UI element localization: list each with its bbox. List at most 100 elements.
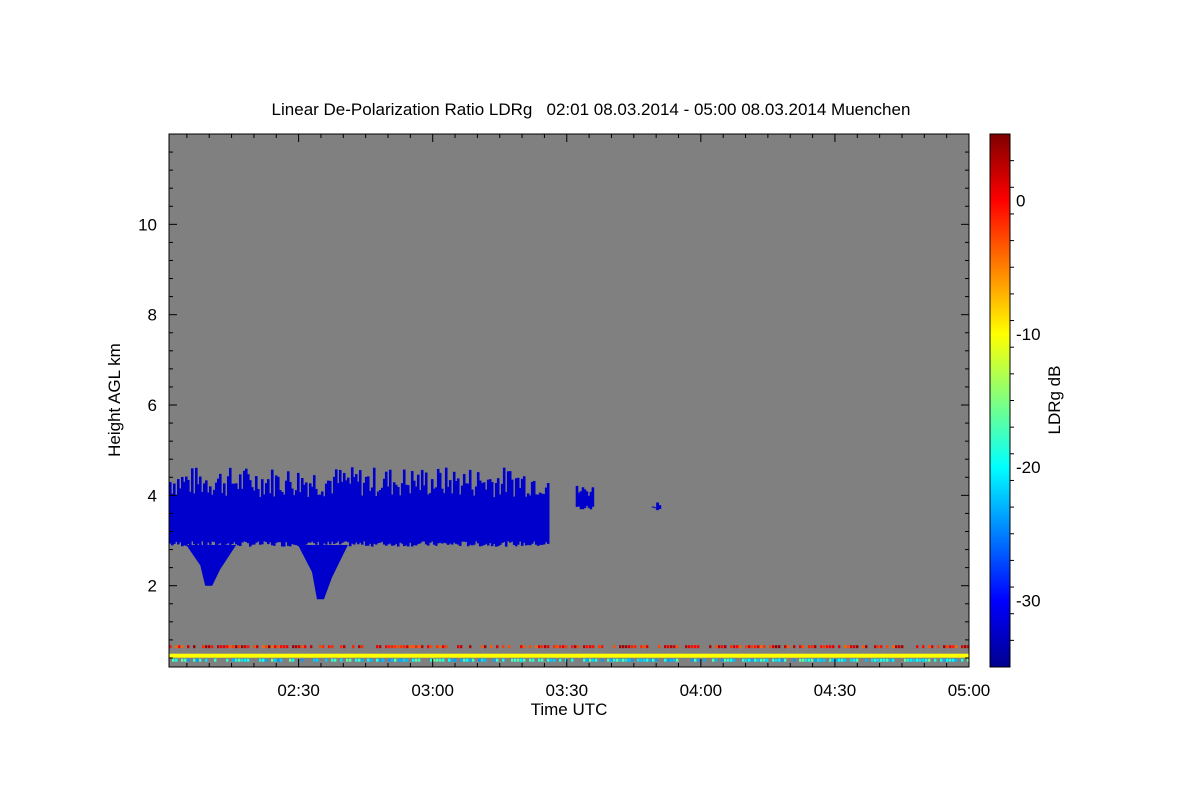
band-pixel <box>853 645 856 649</box>
band-pixel <box>244 658 247 662</box>
band-pixel <box>964 645 967 649</box>
band-pixel <box>523 645 526 649</box>
band-pixel <box>709 645 712 649</box>
band-pixel <box>592 658 595 662</box>
band-pixel <box>523 658 526 662</box>
band-pixel <box>181 645 184 649</box>
band-pixel <box>448 658 451 662</box>
band-pixel <box>610 658 613 662</box>
band-pixel <box>844 658 847 662</box>
band-pixel <box>439 658 442 662</box>
band-pixel <box>673 645 676 649</box>
band-pixel <box>892 658 895 662</box>
band-pixel <box>802 658 805 662</box>
band-pixel <box>691 658 694 662</box>
band-pixel <box>946 645 949 649</box>
band-pixel <box>910 658 913 662</box>
band-pixel <box>823 645 826 649</box>
band-pixel <box>718 645 721 649</box>
band-pixel <box>946 658 949 662</box>
band-pixel <box>547 658 550 662</box>
band-pixel <box>238 645 241 649</box>
band-pixel <box>232 658 235 662</box>
x-tick-label: 03:30 <box>545 681 588 700</box>
band-pixel <box>754 645 757 649</box>
band-pixel <box>715 645 718 649</box>
band-pixel <box>589 645 592 649</box>
band-pixel <box>589 658 592 662</box>
band-pixel <box>412 658 415 662</box>
band-pixel <box>895 645 898 649</box>
band-pixel <box>418 658 421 662</box>
band-pixel <box>898 645 901 649</box>
band-pixel <box>436 658 439 662</box>
band-pixel <box>391 658 394 662</box>
band-pixel <box>343 645 346 649</box>
y-tick-label: 6 <box>148 396 157 415</box>
band-pixel <box>769 645 772 649</box>
band-pixel <box>916 658 919 662</box>
band-pixel <box>940 658 943 662</box>
band-pixel <box>808 658 811 662</box>
band-pixel <box>952 645 955 649</box>
band-pixel <box>517 658 520 662</box>
band-pixel <box>361 645 364 649</box>
band-pixel <box>538 658 541 662</box>
band-pixel <box>664 645 667 649</box>
band-pixel <box>646 658 649 662</box>
band-pixel <box>670 658 673 662</box>
band-pixel <box>559 658 562 662</box>
band-pixel <box>388 658 391 662</box>
band-pixel <box>196 658 199 662</box>
band-pixel <box>637 658 640 662</box>
band-pixel <box>292 645 295 649</box>
band-pixel <box>850 658 853 662</box>
band-pixel <box>259 658 262 662</box>
band-pixel <box>442 645 445 649</box>
band-pixel <box>832 645 835 649</box>
band-pixel <box>877 645 880 649</box>
colorbar-axis: 0 -10 -20 -30 <box>1010 160 1041 641</box>
band-pixel <box>628 645 631 649</box>
band-pixel <box>301 658 304 662</box>
band-pixel <box>778 658 781 662</box>
band-pixel <box>361 658 364 662</box>
band-pixel <box>922 645 925 649</box>
band-pixel <box>688 645 691 649</box>
band-pixel <box>616 658 619 662</box>
band-pixel <box>664 658 667 662</box>
band-pixel <box>265 658 268 662</box>
y-tick-label: 8 <box>148 306 157 325</box>
band-pixel <box>301 645 304 649</box>
band-pixel <box>874 658 877 662</box>
band-pixel <box>274 645 277 649</box>
band-pixel <box>175 645 178 649</box>
band-pixel <box>223 645 226 649</box>
ground-band-6 <box>169 653 969 658</box>
band-pixel <box>586 658 589 662</box>
band-pixel <box>916 645 919 649</box>
band-pixel <box>484 645 487 649</box>
y-tick-label: 4 <box>148 486 157 505</box>
band-pixel <box>229 645 232 649</box>
colorbar-tick-label: 0 <box>1016 192 1025 211</box>
band-pixel <box>418 645 421 649</box>
y-axis-label: Height AGL km <box>105 343 124 457</box>
band-pixel <box>388 645 391 649</box>
band-pixel <box>748 645 751 649</box>
band-pixel <box>556 645 559 649</box>
band-pixel <box>799 645 802 649</box>
band-pixel <box>520 645 523 649</box>
band-pixel <box>187 658 190 662</box>
band-pixel <box>751 645 754 649</box>
band-pixel <box>856 645 859 649</box>
band-pixel <box>961 645 964 649</box>
band-pixel <box>460 658 463 662</box>
band-pixel <box>340 658 343 662</box>
band-pixel <box>823 658 826 662</box>
band-pixel <box>877 658 880 662</box>
band-pixel <box>862 645 865 649</box>
band-pixel <box>775 658 778 662</box>
band-pixel <box>238 658 241 662</box>
band-pixel <box>262 645 265 649</box>
